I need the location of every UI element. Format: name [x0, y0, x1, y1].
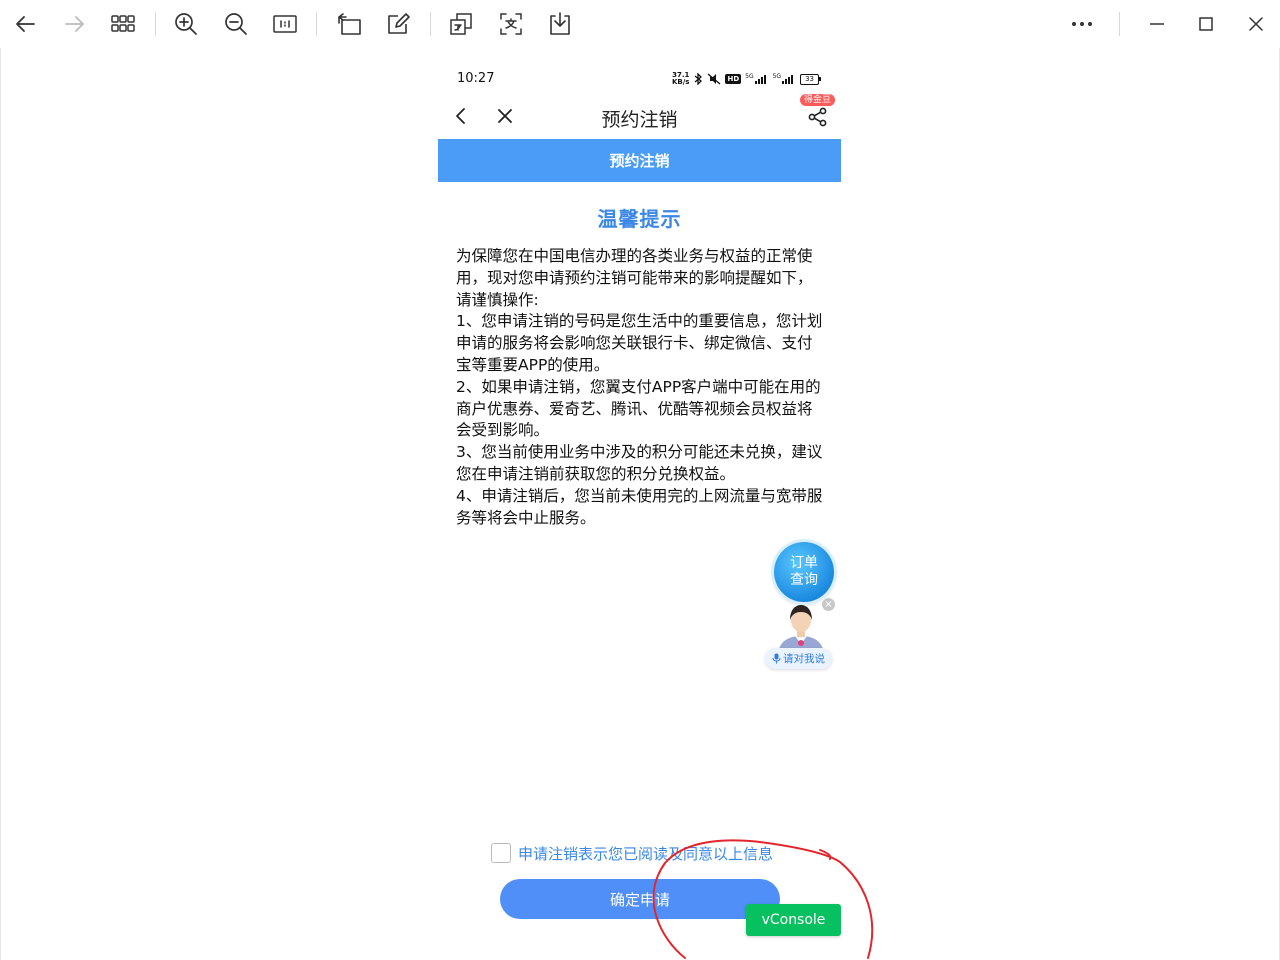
toolbar-divider [1119, 12, 1120, 36]
bluetooth-icon [695, 73, 703, 85]
minimize-icon[interactable] [1140, 7, 1174, 41]
tip-title: 温馨提示 [597, 207, 682, 231]
toolbar-divider [155, 12, 156, 36]
notice-paragraph: 3、您当前使用业务中涉及的积分可能还未兑换，建议您在申请注销前获取您的积分兑换权… [456, 443, 823, 483]
signal-5g-icon-2: 5G [773, 74, 796, 84]
signal-5g-icon: 5G [745, 74, 768, 84]
actual-size-icon[interactable] [268, 7, 302, 41]
order-query-label: 订单查询 [790, 555, 818, 588]
voice-talk-label: 请对我说 [783, 653, 825, 665]
notice-text: 为保障您在中国电信办理的各类业务与权益的正常使用，现对您申请预约注销可能带来的影… [456, 246, 826, 529]
hd-icon: HD [725, 74, 742, 84]
voice-talk-button[interactable]: 请对我说 [765, 648, 832, 669]
share-icon[interactable] [807, 106, 829, 128]
toolbar-divider [430, 12, 431, 36]
notice-paragraph: 4、申请注销后，您当前未使用完的上网流量与宽带服务等将会中止服务。 [456, 486, 823, 527]
viewer-toolbar [0, 0, 1280, 48]
status-bar: 10:27 37.1 KB/s HD 5G 5G 33 [438, 62, 841, 96]
agree-text[interactable]: 申请注销表示您已阅读及同意以上信息 [518, 843, 773, 864]
toolbar-divider [316, 12, 317, 36]
zoom-in-icon[interactable] [169, 7, 203, 41]
more-icon[interactable] [1065, 7, 1099, 41]
vconsole-button[interactable]: vConsole [746, 904, 841, 936]
agreement-row: 申请注销表示您已阅读及同意以上信息 [491, 841, 773, 865]
canvas-left-edge [0, 48, 1, 960]
network-speed: 37.1 KB/s [672, 72, 689, 86]
signal-5g-label-2: 5G [772, 73, 782, 80]
close-icon[interactable] [1239, 7, 1273, 41]
battery-level: 33 [800, 73, 819, 85]
agree-checkbox[interactable] [491, 843, 511, 863]
status-time: 10:27 [457, 71, 495, 86]
banner-title: 预约注销 [438, 139, 841, 182]
grid-view-icon[interactable] [106, 7, 140, 41]
back-arrow-icon[interactable] [8, 7, 42, 41]
rotate-icon[interactable] [332, 7, 366, 41]
edit-icon[interactable] [382, 7, 416, 41]
save-download-icon[interactable] [543, 7, 577, 41]
zoom-out-icon[interactable] [219, 7, 253, 41]
notice-paragraph: 1、您申请注销的号码是您生活中的重要信息，您计划申请的服务将会影响您关联银行卡、… [456, 312, 823, 374]
forward-arrow-icon[interactable] [58, 7, 92, 41]
notice-paragraph: 为保障您在中国电信办理的各类业务与权益的正常使用，现对您申请预约注销可能带来的影… [456, 247, 813, 309]
ocr-icon[interactable] [494, 7, 528, 41]
notice-paragraph: 2、如果申请注销，您翼支付APP客户端中可能在用的商户优惠券、爱奇艺、腾讯、优酷… [456, 377, 821, 440]
maximize-icon[interactable] [1189, 7, 1223, 41]
avatar-close-icon[interactable]: × [822, 598, 835, 611]
signal-5g-label: 5G [745, 73, 754, 80]
page-title: 预约注销 [601, 109, 678, 131]
app-nav-bar: 预约注销 得金豆 [438, 94, 841, 138]
confirm-apply-button[interactable]: 确定申请 [500, 879, 780, 919]
status-icons: 37.1 KB/s HD 5G 5G 33 [672, 72, 821, 86]
reward-badge[interactable]: 得金豆 [799, 94, 835, 106]
order-query-button[interactable]: 订单查询 [774, 542, 834, 602]
mute-icon [708, 73, 721, 85]
microphone-icon [772, 653, 781, 664]
phone-screenshot: 10:27 37.1 KB/s HD 5G 5G 33 预约注销 得金豆 预约注… [438, 62, 841, 960]
network-speed-unit: KB/s [671, 78, 690, 86]
battery-icon: 33 [800, 73, 821, 85]
translate-icon[interactable] [444, 7, 478, 41]
